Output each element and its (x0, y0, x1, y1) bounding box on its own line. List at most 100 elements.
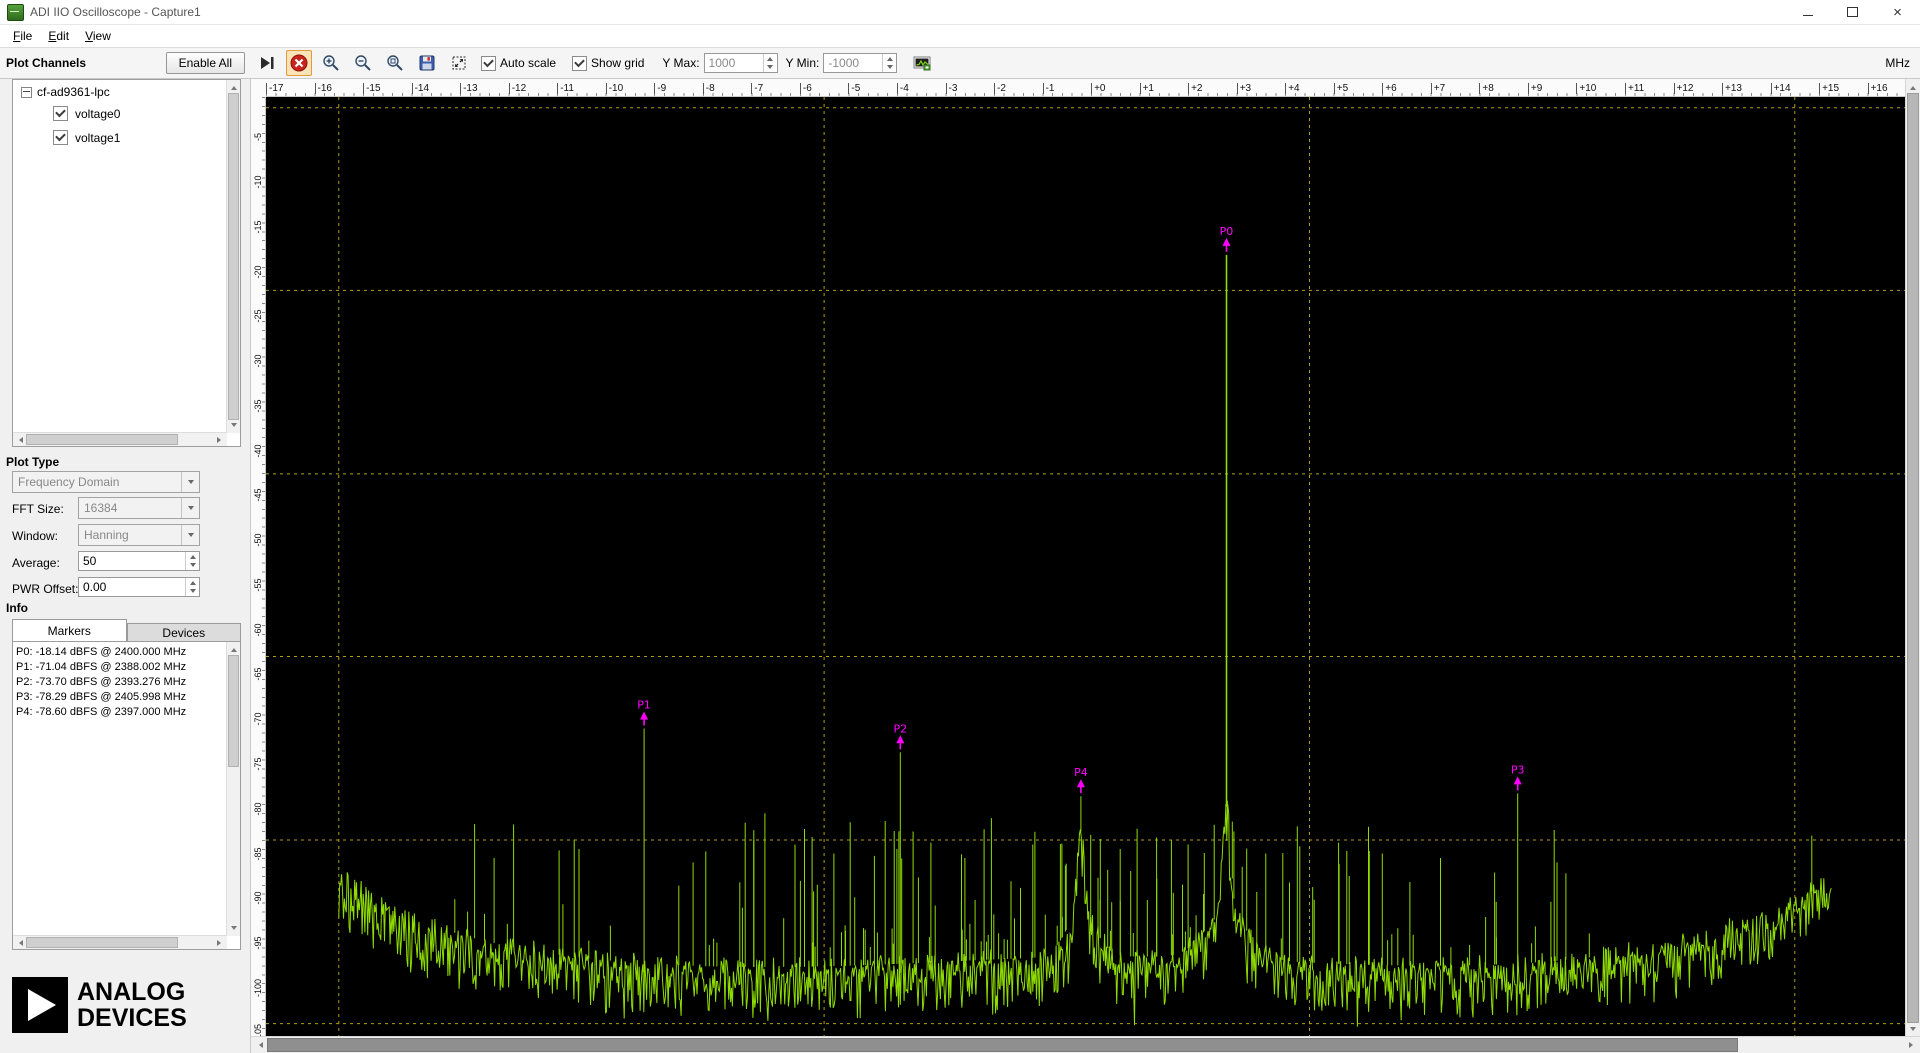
channel-checkbox[interactable] (53, 130, 68, 145)
y-tick-label: -75 (252, 749, 264, 779)
tree-channel-voltage0[interactable]: voltage0 (13, 101, 227, 125)
plot-type-dropdown[interactable]: Frequency Domain (12, 471, 200, 493)
pwr-offset-label: PWR Offset: (12, 582, 78, 596)
window-dropdown[interactable]: Hanning (78, 524, 200, 546)
average-value[interactable]: 50 (79, 552, 185, 570)
x-axis-ruler: -17-16-15-14-13-12-11-10-9-8-7-6-5-4-3-2… (266, 79, 1905, 97)
y-tick-label: -70 (252, 704, 264, 734)
y-tick-label: -105 (252, 1018, 264, 1038)
y-min-value[interactable]: -1000 (824, 54, 882, 72)
tree-horizontal-scrollbar[interactable] (13, 432, 227, 446)
pwr-offset-value[interactable]: 0.00 (79, 578, 185, 596)
y-max-value[interactable]: 1000 (705, 54, 763, 72)
tab-devices[interactable]: Devices (127, 623, 242, 642)
auto-scale-checkbox[interactable] (481, 56, 496, 71)
zoom-fit-icon (386, 54, 404, 72)
zoom-out-button[interactable] (350, 50, 376, 76)
channel-checkbox[interactable] (53, 106, 68, 121)
minimize-icon (1803, 14, 1813, 16)
tree-vertical-scrollbar[interactable] (226, 80, 240, 433)
show-grid-toggle[interactable]: Show grid (572, 56, 644, 71)
channel-label: voltage0 (75, 107, 120, 121)
fullscreen-button[interactable] (446, 50, 472, 76)
zoom-fit-button[interactable] (382, 50, 408, 76)
tree-channel-voltage1[interactable]: voltage1 (13, 125, 227, 149)
x-tick-label: -17 (266, 83, 283, 94)
zoom-in-icon (322, 54, 340, 72)
y-max-label: Y Max: (662, 56, 699, 70)
y-max-spin-arrows[interactable] (763, 54, 777, 72)
save-plot-button[interactable] (909, 50, 935, 76)
axis-units-label: MHz (1885, 56, 1920, 70)
pwr-offset-spin-arrows[interactable] (185, 578, 199, 596)
average-spinner[interactable]: 50 (78, 551, 200, 571)
y-min-spin-arrows[interactable] (882, 54, 896, 72)
markers-vertical-scrollbar[interactable] (226, 642, 240, 936)
x-tick-label: -8 (703, 83, 715, 94)
marker-readout-p0: P0: -18.14 dBFS @ 2400.000 MHz (16, 645, 227, 660)
markers-list: P0: -18.14 dBFS @ 2400.000 MHzP1: -71.04… (13, 642, 227, 936)
x-tick-label: -5 (848, 83, 860, 94)
info-tabs: MarkersDevices (12, 619, 241, 642)
y-tick-label: -30 (252, 346, 264, 376)
maximize-button[interactable] (1830, 0, 1875, 24)
marker-readout-p2: P2: -73.70 dBFS @ 2393.276 MHz (16, 675, 227, 690)
save-button[interactable] (414, 50, 440, 76)
y-max-spinner[interactable]: 1000 (704, 53, 778, 73)
ruler-corner (251, 79, 266, 97)
tree-device-row[interactable]: cf-ad9361-lpc (13, 80, 227, 101)
x-tick-label: +2 (1188, 83, 1202, 94)
device-tree-channels: voltage0 voltage1 (13, 101, 227, 149)
x-tick-label: -6 (800, 83, 812, 94)
x-tick-label: +1 (1140, 83, 1154, 94)
svg-text:P3: P3 (1511, 763, 1525, 776)
x-tick-label: -4 (897, 83, 909, 94)
tab-markers[interactable]: Markers (12, 619, 127, 642)
pwr-offset-spinner[interactable]: 0.00 (78, 577, 200, 597)
markers-hscroll-thumb[interactable] (26, 937, 178, 948)
plot-canvas[interactable]: P0P1P2P3P4 (266, 97, 1905, 1037)
fullscreen-icon (451, 55, 467, 71)
expander-icon[interactable] (21, 87, 32, 98)
zoom-out-icon (354, 54, 372, 72)
maximize-icon (1847, 7, 1858, 17)
play-step-icon (259, 55, 275, 71)
show-grid-checkbox[interactable] (572, 56, 587, 71)
y-min-spinner[interactable]: -1000 (823, 53, 897, 73)
tree-vscroll-thumb[interactable] (228, 93, 239, 420)
chevron-down-icon (181, 498, 199, 518)
plot-area: -17-16-15-14-13-12-11-10-9-8-7-6-5-4-3-2… (251, 79, 1920, 1053)
y-tick-label: -10 (252, 167, 264, 197)
average-spin-arrows[interactable] (185, 552, 199, 570)
menu-item-file[interactable]: File (5, 27, 40, 45)
menu-item-view[interactable]: View (77, 27, 119, 45)
stop-capture-button[interactable] (286, 50, 312, 76)
enable-all-button[interactable]: Enable All (166, 52, 245, 74)
x-tick-label: -1 (1043, 83, 1055, 94)
capture-play-button[interactable] (254, 50, 280, 76)
plot-vscroll-thumb[interactable] (1907, 93, 1919, 1023)
minimize-button[interactable] (1785, 0, 1830, 24)
fft-size-dropdown[interactable]: 16384 (78, 497, 200, 519)
x-tick-label: +16 (1868, 83, 1888, 94)
fft-size-label: FFT Size: (12, 502, 64, 516)
plot-horizontal-scrollbar[interactable] (251, 1036, 1920, 1053)
menu-item-edit[interactable]: Edit (40, 27, 77, 45)
x-tick-label: -14 (412, 83, 429, 94)
close-button[interactable]: × (1875, 0, 1920, 24)
x-tick-label: +15 (1819, 83, 1839, 94)
markers-horizontal-scrollbar[interactable] (13, 935, 227, 949)
auto-scale-toggle[interactable]: Auto scale (481, 56, 556, 71)
plot-vertical-scrollbar[interactable] (1905, 79, 1920, 1037)
markers-vscroll-thumb[interactable] (228, 655, 239, 767)
sidebar: cf-ad9361-lpc voltage0voltage1 Plot Type… (0, 79, 251, 1053)
plot-hscroll-thumb[interactable] (267, 1038, 1738, 1052)
tree-hscroll-thumb[interactable] (26, 434, 178, 445)
menu-bar: FileEditView (0, 25, 1920, 48)
x-tick-label: -11 (557, 83, 574, 94)
svg-text:P4: P4 (1074, 766, 1088, 779)
y-tick-label: -85 (252, 839, 264, 869)
zoom-in-button[interactable] (318, 50, 344, 76)
x-tick-label: -2 (994, 83, 1006, 94)
y-min-label: Y Min: (786, 56, 820, 70)
